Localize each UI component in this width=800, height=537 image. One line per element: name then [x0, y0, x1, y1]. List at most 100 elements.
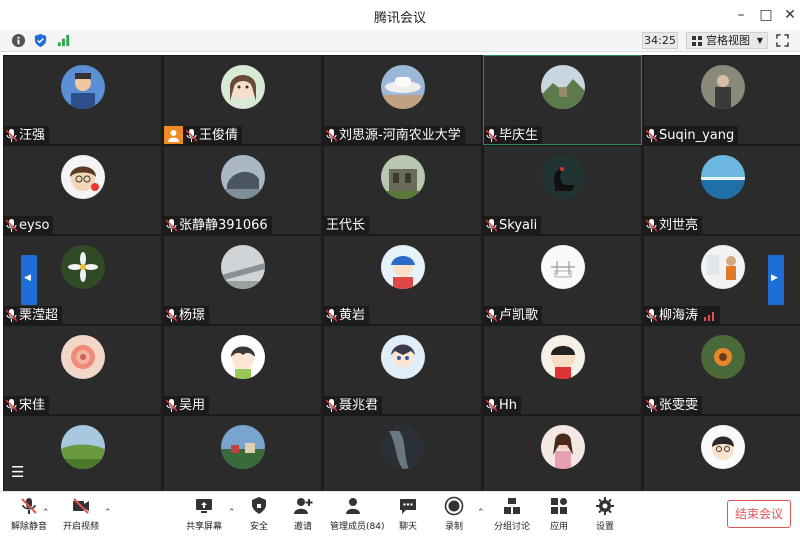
participant-tile[interactable]	[323, 415, 482, 491]
mic-muted-icon	[486, 219, 497, 232]
participant-tile[interactable]: 张雯雯	[643, 325, 800, 415]
participant-tile[interactable]: 王俊倩	[163, 55, 322, 145]
participant-name: 刘思源-河南农业大学	[339, 128, 461, 143]
participant-tile[interactable]: Skyali	[483, 145, 642, 235]
view-mode-dropdown[interactable]: 宫格视图 ▼	[686, 32, 768, 49]
participant-tile[interactable]: 卢凯歌	[483, 235, 642, 325]
mic-muted-icon	[646, 309, 657, 322]
participant-tile[interactable]: 毕庆生	[483, 55, 642, 145]
bottom-control-bar: 解除静音 ⌃ 开启视频 ⌃ 共享屏幕 ⌃ 安全 邀请 管理成员(84) 聊天 录…	[0, 491, 800, 537]
flower-photo-icon	[61, 245, 105, 289]
chevron-right-icon: ▶	[771, 273, 778, 283]
participant-tile[interactable]: eyso	[3, 145, 162, 235]
participant-name: Skyali	[499, 218, 538, 233]
settings-button[interactable]: 设置	[582, 496, 628, 534]
shield-icon[interactable]	[33, 33, 48, 48]
participant-name: 宋佳	[19, 398, 46, 413]
participant-name: eyso	[19, 218, 50, 233]
participant-name-tag: 王代长	[324, 216, 370, 234]
chevron-left-icon: ◀	[24, 273, 31, 283]
security-shield-icon	[252, 497, 266, 514]
share-screen-label: 共享屏幕	[185, 522, 222, 532]
participant-grid: 汪强 王俊倩 刘思源-河南农业大学 毕庆生 Suqin_yangeyso 张静静39106…	[3, 55, 800, 491]
chevron-down-icon: ▼	[756, 36, 763, 45]
participant-tile[interactable]	[643, 415, 800, 491]
participant-tile[interactable]: 刘世亮	[643, 145, 800, 235]
participant-name-tag: 吴用	[164, 396, 210, 414]
manage-members-button[interactable]: 管理成员(84)	[330, 496, 385, 534]
participant-tile[interactable]: 宋佳	[3, 325, 162, 415]
mic-muted-icon	[326, 399, 337, 412]
participant-tile[interactable]: 聂兆君	[323, 325, 482, 415]
info-icon[interactable]	[11, 33, 26, 48]
chat-button[interactable]: 聊天	[385, 496, 431, 534]
participant-name: 黄岩	[339, 308, 366, 323]
participant-name: 杨璟	[179, 308, 206, 323]
participant-name: 汪强	[19, 128, 46, 143]
mic-muted-icon	[326, 129, 337, 142]
participant-name: 柳海涛	[659, 308, 699, 323]
minimize-button[interactable]: –	[731, 5, 751, 25]
share-options-chevron-icon[interactable]: ⌃	[228, 508, 236, 518]
next-page-button[interactable]: ▶	[768, 255, 784, 305]
video-options-chevron-icon[interactable]: ⌃	[104, 508, 112, 518]
participant-tile[interactable]: Hh	[483, 325, 642, 415]
camera-off-icon	[73, 498, 89, 514]
participant-tile[interactable]: 吴用	[163, 325, 322, 415]
participant-name-tag: 栗滢超	[4, 306, 63, 324]
audio-options-chevron-icon[interactable]: ⌃	[42, 508, 50, 518]
breakout-button[interactable]: 分组讨论	[489, 496, 535, 534]
participant-tile[interactable]	[483, 415, 642, 491]
participant-name: 王代长	[326, 218, 366, 233]
share-screen-button[interactable]: 共享屏幕	[181, 496, 227, 534]
share-screen-icon	[196, 499, 212, 513]
participant-name: 栗滢超	[19, 308, 59, 323]
participant-tile[interactable]: Suqin_yang	[643, 55, 800, 145]
start-video-button[interactable]: 开启视频	[58, 496, 104, 534]
participant-name: 吴用	[179, 398, 206, 413]
participant-tile[interactable]	[163, 415, 322, 491]
participant-tile[interactable]: 张静静391066	[163, 145, 322, 235]
participant-tile[interactable]: 杨璟	[163, 235, 322, 325]
breakout-label: 分组讨论	[493, 522, 530, 532]
mic-muted-icon	[646, 129, 657, 142]
cartoon-girl2-icon	[221, 335, 265, 379]
participant-tile[interactable]: 黄岩	[323, 235, 482, 325]
cartoon-girl-icon	[221, 65, 265, 109]
invite-button[interactable]: 邀请	[280, 496, 326, 534]
apps-icon	[551, 498, 567, 514]
participant-name-tag: 王俊倩	[164, 126, 243, 144]
participant-tile[interactable]: 王代长	[323, 145, 482, 235]
participant-name: 卢凯歌	[499, 308, 539, 323]
participant-name-tag: 张静静391066	[164, 216, 272, 234]
security-button[interactable]: 安全	[236, 496, 282, 534]
participant-tile[interactable]: 刘思源-河南农业大学	[323, 55, 482, 145]
girl-photo-icon	[541, 425, 585, 469]
participant-name-tag: 柳海涛	[644, 306, 721, 324]
cartoon-kid-icon	[381, 245, 425, 289]
window-title: 腾讯会议	[373, 11, 426, 26]
manage-members-label: 管理成员(84)	[330, 522, 385, 532]
sea-photo-icon	[701, 155, 745, 199]
mic-muted-icon	[166, 219, 177, 232]
prev-page-button[interactable]: ◀	[21, 255, 37, 305]
rock-photo-icon	[221, 155, 265, 199]
fullscreen-icon[interactable]	[776, 34, 789, 47]
record-button[interactable]: 录制	[431, 496, 477, 534]
list-menu-icon[interactable]: ☰	[11, 463, 33, 485]
apps-button[interactable]: 应用	[536, 496, 582, 534]
sketch-icon	[541, 245, 585, 289]
view-mode-label: 宫格视图	[706, 34, 750, 47]
maximize-button[interactable]: □	[756, 5, 776, 25]
participant-name-tag: 卢凯歌	[484, 306, 543, 324]
mic-muted-icon	[326, 309, 337, 322]
close-button[interactable]: ✕	[780, 5, 800, 25]
unmute-label: 解除静音	[10, 522, 47, 532]
participant-tile[interactable]: 汪强	[3, 55, 162, 145]
breakout-icon	[504, 498, 520, 514]
mic-muted-icon	[646, 399, 657, 412]
signal-icon[interactable]	[56, 33, 71, 48]
record-options-chevron-icon[interactable]: ⌃	[477, 508, 485, 518]
end-meeting-button[interactable]: 结束会议	[727, 500, 791, 528]
invite-label: 邀请	[293, 522, 312, 532]
